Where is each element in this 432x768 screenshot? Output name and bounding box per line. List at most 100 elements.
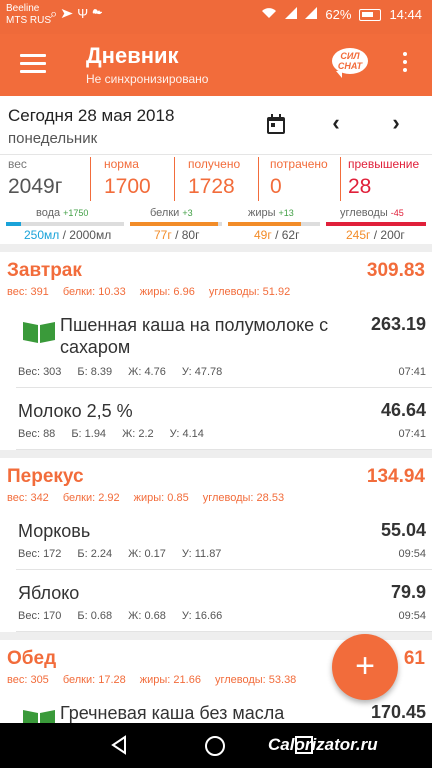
food-nutrients: Вес: 170 Б: 0.68 Ж: 0.68 У: 16.66 [18,610,223,622]
status-bar: Beeline MTS RUS ⌕➤Ψ☁ 62% 14:44 [0,0,432,34]
signal-icon-1 [285,7,298,22]
more-options-icon[interactable] [398,52,412,76]
stat-label: вес [8,157,27,171]
meal-macros: вес: 305 белки: 17.28 жиры: 21.66 углеводы:… [7,674,297,686]
food-nutrients: Вес: 303 Б: 8.39 Ж: 4.76 У: 47.78 [18,366,223,378]
bar-name: вода +1750 [36,207,89,219]
bar-name: жиры +13 [248,207,294,219]
food-time: 07:41 [398,428,426,440]
bar-fat: жиры +13 49г / 62г [228,207,320,243]
bar-delta: +3 [182,208,193,218]
progress-bar [6,222,124,226]
restaurant-icon: Ψ [77,6,93,21]
battery-icon [359,8,382,21]
food-calories: 46.64 [380,400,426,420]
bar-name: углеводы -45 [340,207,404,219]
carrier-2: MTS RUS [6,15,51,26]
stat-value: 0 [270,175,282,198]
stat-label: превышение [348,157,420,171]
stat-weight: вес 2049г [8,157,62,205]
clock: 14:44 [389,7,422,22]
cloud-icon: ☁ [92,6,107,21]
system-tray: 62% 14:44 [261,7,422,22]
chat-icon: СИЛ CHAT [332,48,368,78]
food-name: Молоко 2,5 % [18,401,133,421]
stat-value: 2049г [8,175,63,198]
food-item[interactable]: Пшенная каша на полумолоке с сахаром 263… [16,302,432,388]
meal-header[interactable]: Перекус 134.94 вес: 342 белки: 2.92 жиры: … [0,458,432,508]
stat-value: 28 [348,175,372,198]
food-calories: 263.19 [370,314,426,334]
stat-label: потрачено [270,157,328,171]
food-name: Яблоко [18,583,80,603]
book-icon [22,708,56,723]
food-item[interactable]: Молоко 2,5 % 46.64 Вес: 88 Б: 1.94 Ж: 2.2 У… [16,388,432,450]
meal-total: 309.83 [366,260,425,281]
back-icon[interactable] [110,735,130,760]
stat-label: норма [104,157,139,171]
menu-icon[interactable] [20,54,46,74]
divider [90,157,91,201]
home-icon[interactable] [204,735,226,762]
meal-snack: Перекус 134.94 вес: 342 белки: 2.92 жиры: … [0,458,432,632]
stat-label: получено [188,157,241,171]
stat-norm: норма 1700 [104,157,151,205]
food-time: 07:41 [398,366,426,378]
chat-label-bottom: CHAT [337,61,363,71]
meal-breakfast: Завтрак 309.83 вес: 391 белки: 10.33 жиры:… [0,252,432,450]
watermark-logo: Calorizator.ru [268,735,378,754]
app-bar: Дневник Не синхронизировано СИЛ CHAT [0,34,432,96]
bar-amount: 250мл / 2000мл [24,228,112,242]
food-name: Пшенная каша на полумолоке с сахаром [60,315,329,357]
current-date: Сегодня 28 мая 2018 [8,106,175,125]
divider [174,157,175,201]
bar-delta: +13 [278,208,294,218]
bar-carbs: углеводы -45 245г / 200г [326,207,426,243]
stat-excess: превышение 28 [348,157,419,205]
bar-delta: -45 [390,208,404,218]
bar-name: белки +3 [150,207,193,219]
chat-button[interactable]: СИЛ CHAT [332,48,370,78]
food-name: Гречневая каша без масла [60,703,285,723]
chat-label-top: СИЛ [340,51,360,61]
stat-received: получено 1728 [188,157,240,205]
food-item[interactable]: Яблоко 79.9 Вес: 170 Б: 0.68 Ж: 0.68 У: 16.… [16,570,432,632]
page-title: Дневник [86,43,179,68]
sync-status: Не синхронизировано [86,72,209,86]
food-name: Морковь [18,521,91,541]
bar-amount: 49г / 62г [254,228,300,242]
bar-amount: 77г / 80г [154,228,200,242]
next-day-button[interactable]: › [384,110,408,136]
food-item[interactable]: Морковь 55.04 Вес: 172 Б: 2.24 Ж: 0.17 У: 1… [16,508,432,570]
calendar-icon[interactable] [264,112,288,136]
food-calories: 55.04 [380,520,426,540]
date-header: Сегодня 28 мая 2018 понедельник ‹ › [0,96,432,154]
stat-value: 1728 [188,175,235,198]
divider [258,157,259,201]
meal-macros: вес: 391 белки: 10.33 жиры: 6.96 углеводы: … [7,286,291,298]
daily-stats: вес 2049г норма 1700 получено 1728 потра… [0,154,432,244]
signal-icon-2 [305,7,318,22]
stat-spent: потрачено 0 [270,157,328,205]
food-time: 09:54 [398,610,426,622]
divider [340,157,341,201]
meal-name: Перекус [7,466,84,487]
previous-day-button[interactable]: ‹ [324,110,348,136]
stat-value: 1700 [104,175,151,198]
progress-bar [326,222,426,226]
progress-bar [228,222,320,226]
carrier-1: Beeline [6,3,40,14]
food-calories: 79.9 [390,582,426,602]
food-calories: 170.45 [370,702,426,722]
bar-delta: +1750 [63,208,89,218]
meal-total: 134.94 [366,466,425,487]
notification-icons: ⌕➤Ψ☁ [50,6,106,22]
carrier-info: Beeline MTS RUS [6,3,51,27]
food-nutrients: Вес: 172 Б: 2.24 Ж: 0.17 У: 11.87 [18,548,222,560]
meal-header[interactable]: Завтрак 309.83 вес: 391 белки: 10.33 жиры:… [0,252,432,302]
meal-name: Завтрак [7,260,82,281]
progress-bar [130,222,222,226]
add-food-button[interactable]: + [332,634,398,700]
book-icon [22,320,56,344]
meal-total: 61 [403,648,425,669]
